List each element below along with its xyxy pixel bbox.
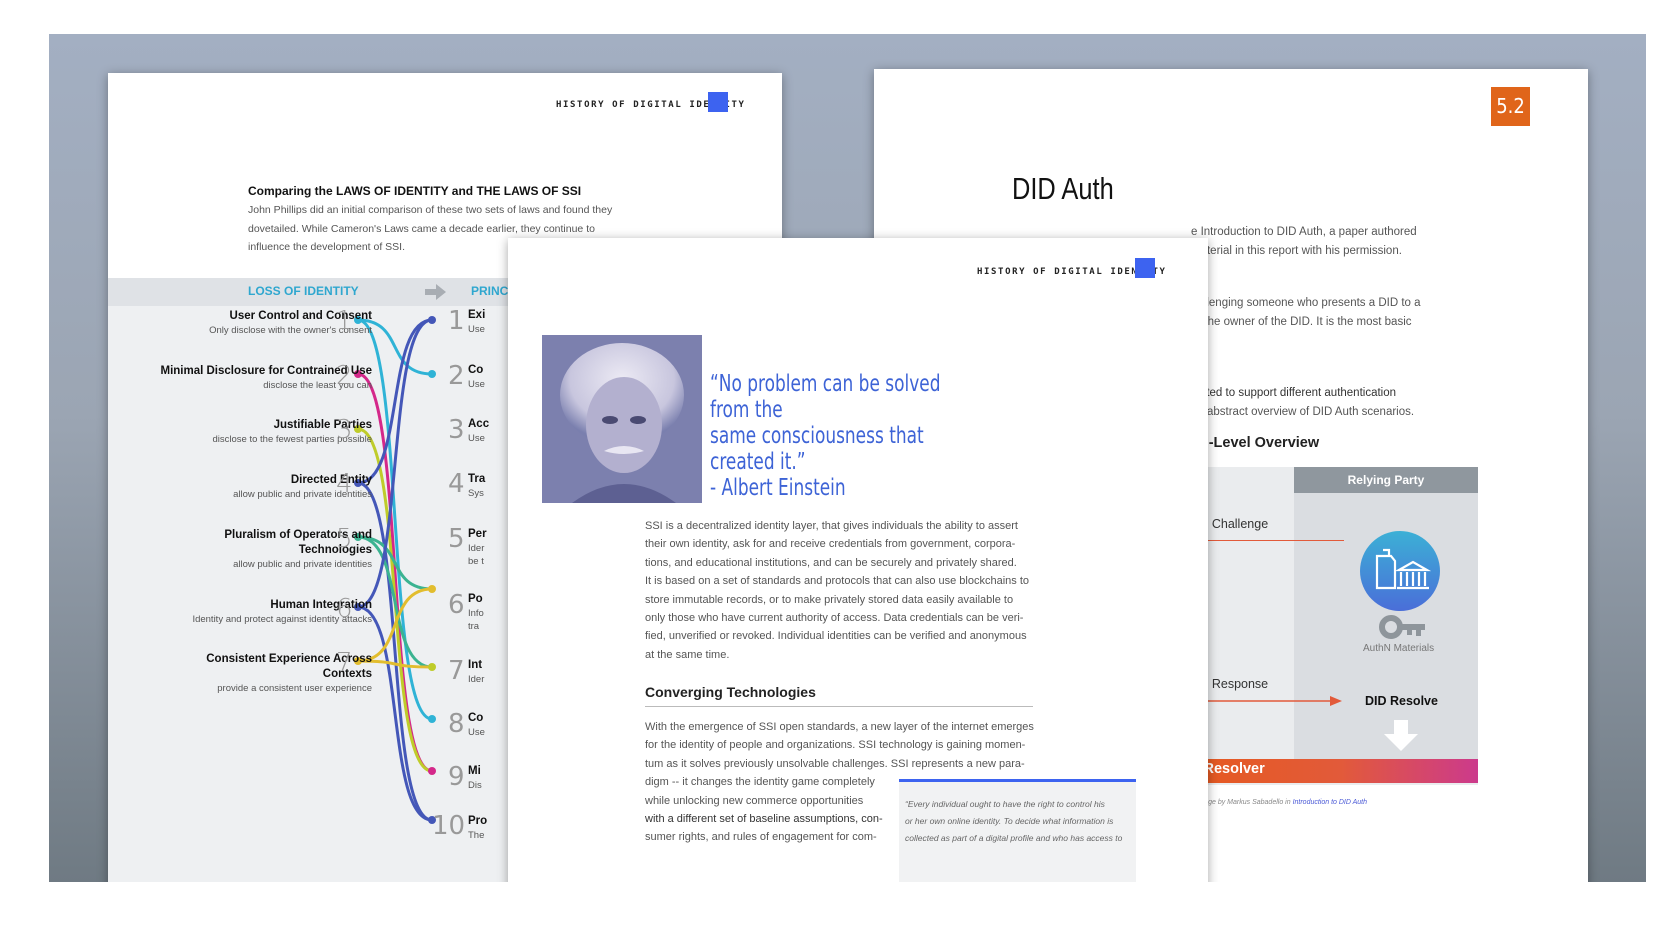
connection-dot [428, 715, 436, 723]
principle-sub: Sys [468, 488, 484, 499]
principle-sub: Info [468, 608, 484, 619]
heading-rule [645, 706, 1033, 707]
quote-line: “No problem can be solved from the [710, 371, 941, 423]
principle-sub: Use [468, 433, 485, 444]
law-subtitle: allow public and private identities [233, 489, 372, 500]
principle-label: Pro [468, 815, 488, 827]
principle-sub: be t [468, 556, 484, 567]
law-item: Justifiable Parties disclose to the fewe… [112, 418, 372, 446]
background: HISTORY OF DIGITAL IDENTITY Comparing th… [49, 34, 1646, 882]
principle-sub: Ider [468, 543, 485, 554]
principle-number: 2 [448, 361, 465, 391]
principle-number: 6 [448, 590, 465, 620]
principle-label: Per [468, 528, 487, 540]
principle-label: Co [468, 364, 484, 376]
principle-label: Exi [468, 309, 486, 321]
law-item: Minimal Disclosure for Contrained Use di… [112, 364, 372, 392]
pull-quote-line: “Every individual ought to have the righ… [905, 799, 1105, 809]
law-subtitle: disclose to the fewest parties possible [212, 434, 372, 445]
quote-line: same consciousness that created it.” [710, 423, 924, 475]
arrow-down-icon [1384, 720, 1418, 751]
caption-link[interactable]: Introduction to DID Auth [1293, 799, 1367, 806]
principle-sub: Use [468, 379, 485, 390]
body-text: re the owner of the DID. It is the most … [1191, 316, 1412, 328]
principle-label: Tra [468, 473, 486, 485]
body-text: an abstract overview of DID Auth scenari… [1191, 406, 1415, 418]
law-title: User Control and Consent [229, 310, 372, 322]
body-text: hallenging someone who presents a DID to… [1191, 297, 1421, 309]
principle-number: 1 [448, 306, 465, 336]
key-icon [1379, 615, 1425, 639]
law-subtitle: disclose the least you can [263, 380, 372, 391]
connection-dot [428, 767, 436, 775]
law-number: 4 [336, 469, 353, 499]
law-number: 5 [336, 524, 353, 554]
bank-icon [1360, 531, 1440, 611]
did-resolve-label: DID Resolve [1365, 694, 1438, 708]
section-badge: 5.2 [1491, 87, 1530, 126]
law-title: Directed Entity [290, 474, 372, 486]
law-number: 7 [336, 648, 353, 678]
principle-number: 10 [432, 811, 466, 841]
header-square-icon [1135, 258, 1155, 278]
law-subtitle: Identity and protect against identity at… [192, 614, 372, 625]
quote-block: “No problem can be solved from the same … [710, 371, 981, 501]
law-number: 6 [336, 594, 353, 624]
relying-party-header: Relying Party [1294, 467, 1478, 493]
portrait-image [542, 335, 702, 503]
connection-dot [428, 370, 436, 378]
principle-number: 8 [448, 709, 465, 739]
body-text: e Introduction to DID Auth, a paper auth… [1191, 226, 1417, 238]
overview-heading: gh-Level Overview [1191, 435, 1320, 451]
image-caption: n image by Markus Sabadello in Introduct… [1191, 799, 1367, 806]
law-subtitle: provide a consistent user experience [217, 683, 372, 694]
pull-quote-line: or her own online identity. To decide wh… [905, 816, 1114, 826]
principle-number: 7 [448, 656, 465, 686]
principle-label: Co [468, 712, 484, 724]
principle-sub: The [468, 830, 485, 841]
principle-number: 5 [448, 524, 465, 554]
principle-label: Po [468, 593, 483, 605]
principle-sub: Dis [468, 780, 482, 791]
body-text: material in this report with his permiss… [1191, 245, 1402, 257]
section-heading: Converging Technologies [645, 684, 816, 700]
law-title: Human Integration [270, 599, 372, 611]
principle-label: Int [468, 659, 483, 671]
pull-quote: “Every individual ought to have the righ… [899, 779, 1136, 882]
connection-dot [428, 316, 436, 324]
principle-sub: Use [468, 727, 485, 738]
principle-number: 9 [448, 762, 465, 792]
connection-dot [428, 585, 436, 593]
einstein-portrait [542, 335, 702, 503]
principle-label: Acc [468, 418, 490, 430]
quote-attribution: - Albert Einstein [710, 475, 846, 501]
law-title: Minimal Disclosure for Contrained Use [160, 365, 372, 377]
authn-materials-label: AuthN Materials [1363, 643, 1435, 654]
principle-sub: Ider [468, 674, 485, 685]
law-number: 3 [336, 415, 353, 445]
law-item: Directed Entity allow public and private… [112, 473, 372, 501]
law-subtitle: allow public and private identities [233, 559, 372, 570]
law-item: User Control and Consent Only disclose w… [112, 309, 372, 337]
did-resolver-bar: D Resolver [1174, 759, 1478, 783]
law-number: 1 [336, 306, 353, 336]
center-document-page: HISTORY OF DIGITAL IDENTITY “No problem … [508, 238, 1208, 882]
page-title: DID Auth [1012, 171, 1114, 206]
principle-sub: tra [468, 621, 480, 632]
body-paragraph: SSI is a decentralized identity layer, t… [645, 520, 1030, 661]
body-text: ulated to support different authenticati… [1191, 387, 1397, 399]
principle-label: Mi [468, 765, 481, 777]
connection-dot [428, 663, 436, 671]
principle-sub: Use [468, 324, 485, 335]
pull-quote-line: collected as part of a digital profile a… [905, 833, 1123, 843]
law-subtitle: Only disclose with the owner's consent [209, 325, 372, 336]
law-title: Justifiable Parties [273, 419, 372, 431]
law-number: 2 [336, 361, 353, 391]
law-item: Human Integration Identity and protect a… [112, 598, 372, 626]
principle-number: 4 [448, 469, 465, 499]
principle-number: 3 [448, 415, 465, 445]
